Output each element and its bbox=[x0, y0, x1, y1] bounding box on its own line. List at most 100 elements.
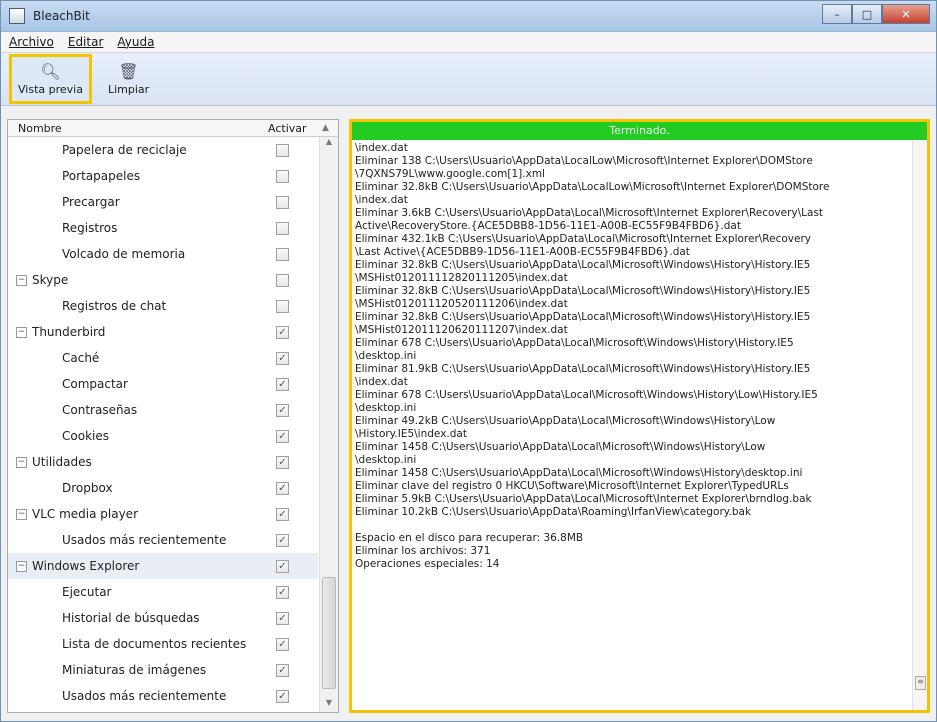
tree-scrollbar[interactable]: ▲ ▼ bbox=[319, 137, 338, 712]
tree-row[interactable]: Precargar bbox=[8, 189, 318, 215]
tree-row[interactable]: Compactar ✓ bbox=[8, 371, 318, 397]
tree-row[interactable]: Portapapeles bbox=[8, 163, 318, 189]
tree-row[interactable]: Cookies ✓ bbox=[8, 423, 318, 449]
tree-row-label: Historial de búsquedas bbox=[62, 611, 200, 625]
tree-row[interactable]: − Thunderbird ✓ bbox=[8, 319, 318, 345]
tree-row-label: Cookies bbox=[62, 429, 109, 443]
tree-row[interactable]: Registros de chat bbox=[8, 293, 318, 319]
log-line: Active\RecoveryStore.{ACE5DBB8-1D56-11E1… bbox=[355, 220, 741, 232]
tree-row-label: VLC media player bbox=[32, 507, 139, 521]
activate-checkbox[interactable]: ✓ bbox=[276, 533, 289, 547]
column-active-header[interactable]: Activar bbox=[268, 122, 307, 135]
scroll-up-icon[interactable]: ▲ bbox=[320, 137, 338, 151]
activate-checkbox[interactable]: ✓ bbox=[276, 377, 289, 391]
tree-row[interactable]: Volcado de memoria bbox=[8, 241, 318, 267]
log-line: \7QXNS79L\www.google.com[1].xml bbox=[355, 168, 545, 180]
collapse-icon[interactable]: − bbox=[16, 326, 27, 338]
activate-checkbox[interactable]: ✓ bbox=[276, 481, 289, 495]
tree-row-label: Caché bbox=[62, 351, 100, 365]
menu-bar: Archivo Editar Ayuda bbox=[1, 32, 936, 53]
collapse-icon[interactable]: − bbox=[16, 508, 27, 520]
tree-row[interactable]: Registros bbox=[8, 215, 318, 241]
activate-checkbox[interactable] bbox=[276, 299, 289, 313]
activate-checkbox[interactable]: ✓ bbox=[276, 559, 289, 573]
tree-row-label: Thunderbird bbox=[32, 325, 106, 339]
scroll-down-icon[interactable]: ▼ bbox=[320, 698, 338, 712]
activate-checkbox[interactable] bbox=[276, 169, 289, 183]
activate-checkbox[interactable] bbox=[276, 195, 289, 209]
log-line: Eliminar 432.1kB C:\Users\Usuario\AppDat… bbox=[355, 233, 811, 245]
log-line: Eliminar 81.9kB C:\Users\Usuario\AppData… bbox=[355, 363, 811, 375]
scrollbar-thumb[interactable]: ≡ bbox=[915, 676, 926, 690]
activate-checkbox[interactable]: ✓ bbox=[276, 637, 289, 651]
tree-row[interactable]: − Skype bbox=[8, 267, 318, 293]
tree-header: Nombre Activar ▲ bbox=[8, 120, 338, 137]
menu-archivo[interactable]: Archivo bbox=[9, 35, 54, 49]
activate-checkbox[interactable]: ✓ bbox=[276, 611, 289, 625]
scrollbar-thumb[interactable] bbox=[322, 577, 336, 689]
log-line: Eliminar 32.8kB C:\Users\Usuario\AppData… bbox=[355, 181, 830, 193]
tree-row[interactable]: − Windows Explorer ✓ bbox=[8, 553, 318, 579]
tree-row[interactable]: Ejecutar ✓ bbox=[8, 579, 318, 605]
log-line: \desktop.ini bbox=[355, 454, 417, 466]
pane-splitter[interactable] bbox=[339, 119, 345, 713]
clean-button[interactable]: 🗑︎ Limpiar bbox=[102, 57, 155, 101]
tree-row[interactable]: Lista de documentos recientes ✓ bbox=[8, 631, 318, 657]
toolbar: 🔍︎ Vista previa 🗑︎ Limpiar bbox=[1, 53, 936, 106]
tree-row[interactable]: Historial de búsquedas ✓ bbox=[8, 605, 318, 631]
tree-row-label: Usados más recientemente bbox=[62, 689, 227, 703]
collapse-icon[interactable]: − bbox=[16, 560, 27, 572]
log-scrollbar[interactable]: ≡ bbox=[912, 140, 927, 710]
column-name-header[interactable]: Nombre bbox=[18, 122, 62, 135]
progress-bar: Terminado. bbox=[352, 122, 927, 140]
tree-row[interactable]: Usados más recientemente ✓ bbox=[8, 527, 318, 553]
activate-checkbox[interactable]: ✓ bbox=[276, 455, 289, 469]
tree-row[interactable]: Usados más recientemente ✓ bbox=[8, 683, 318, 709]
tree-row-label: Dropbox bbox=[62, 481, 113, 495]
tree-row-label: Compactar bbox=[62, 377, 128, 391]
tree-row[interactable]: − Utilidades ✓ bbox=[8, 449, 318, 475]
tree-row-label: Registros de chat bbox=[62, 299, 167, 313]
collapse-icon[interactable]: − bbox=[16, 456, 27, 468]
activate-checkbox[interactable] bbox=[276, 143, 289, 157]
window-title: BleachBit bbox=[33, 9, 90, 23]
preview-button[interactable]: 🔍︎ Vista previa bbox=[9, 54, 92, 104]
maximize-button[interactable]: □ bbox=[852, 4, 882, 24]
activate-checkbox[interactable]: ✓ bbox=[276, 351, 289, 365]
tree-row-label: Ejecutar bbox=[62, 585, 112, 599]
tree-row-label: Usados más recientemente bbox=[62, 533, 227, 547]
tree-row[interactable]: Papelera de reciclaje bbox=[8, 137, 318, 163]
activate-checkbox[interactable] bbox=[276, 221, 289, 235]
app-icon bbox=[9, 8, 25, 24]
activate-checkbox[interactable]: ✓ bbox=[276, 403, 289, 417]
activate-checkbox[interactable]: ✓ bbox=[276, 663, 289, 677]
title-bar[interactable]: BleachBit – □ ✕ bbox=[1, 1, 936, 32]
close-button[interactable]: ✕ bbox=[882, 4, 930, 24]
activate-checkbox[interactable]: ✓ bbox=[276, 689, 289, 703]
tree-row-label: Papelera de reciclaje bbox=[62, 143, 187, 157]
window-controls: – □ ✕ bbox=[822, 4, 930, 24]
menu-ayuda[interactable]: Ayuda bbox=[117, 35, 154, 49]
activate-checkbox[interactable] bbox=[276, 273, 289, 287]
log-text[interactable]: \index.dat Eliminar 138 C:\Users\Usuario\… bbox=[352, 142, 913, 710]
tree-row[interactable]: Dropbox ✓ bbox=[8, 475, 318, 501]
tree-row[interactable]: − VLC media player ✓ bbox=[8, 501, 318, 527]
log-line: \index.dat bbox=[355, 142, 408, 154]
minimize-button[interactable]: – bbox=[822, 4, 852, 24]
log-line: \desktop.ini bbox=[355, 402, 417, 414]
menu-editar[interactable]: Editar bbox=[68, 35, 104, 49]
activate-checkbox[interactable]: ✓ bbox=[276, 325, 289, 339]
tree-row-label: Contraseñas bbox=[62, 403, 138, 417]
tree-row-label: Miniaturas de imágenes bbox=[62, 663, 207, 677]
tree-row[interactable]: Contraseñas ✓ bbox=[8, 397, 318, 423]
sort-arrow-icon: ▲ bbox=[322, 123, 329, 133]
collapse-icon[interactable]: − bbox=[16, 274, 27, 286]
activate-checkbox[interactable] bbox=[276, 247, 289, 261]
activate-checkbox[interactable]: ✓ bbox=[276, 585, 289, 599]
tree-row[interactable]: Caché ✓ bbox=[8, 345, 318, 371]
tree-row[interactable]: Miniaturas de imágenes ✓ bbox=[8, 657, 318, 683]
activate-checkbox[interactable]: ✓ bbox=[276, 507, 289, 521]
activate-checkbox[interactable]: ✓ bbox=[276, 429, 289, 443]
log-line: Eliminar 32.8kB C:\Users\Usuario\AppData… bbox=[355, 311, 811, 323]
